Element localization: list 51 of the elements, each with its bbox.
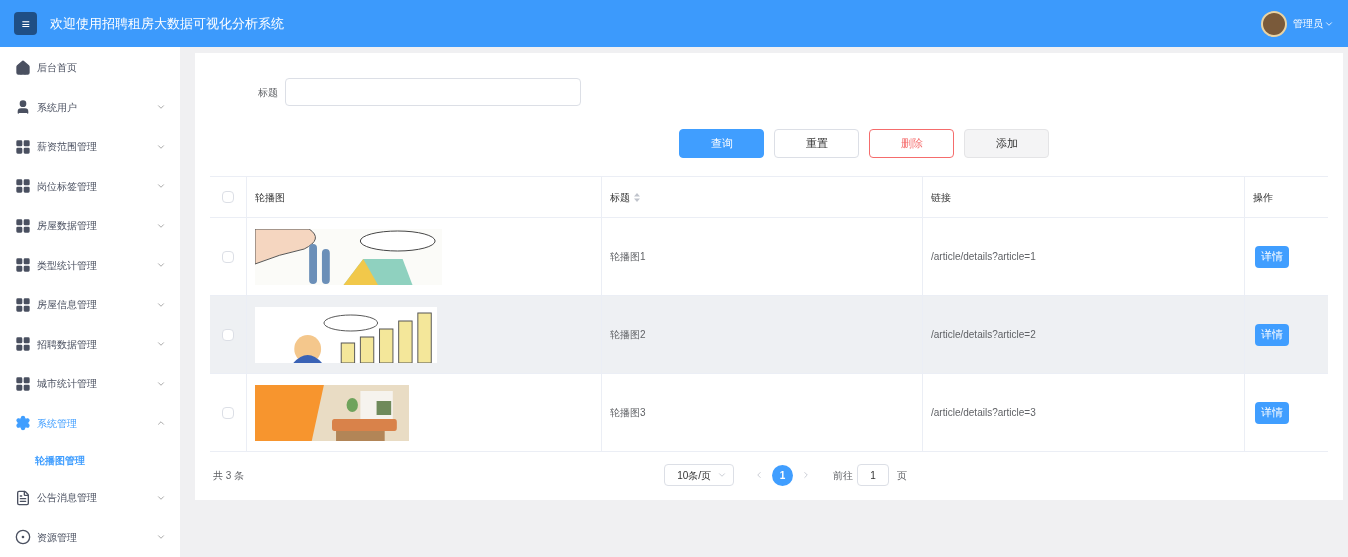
home-icon [15, 59, 31, 76]
total-count: 共 3 条 [213, 468, 245, 483]
sidebar-item[interactable]: 薪资范围管理 [0, 127, 180, 167]
sidebar-item[interactable]: 资源管理 [0, 517, 180, 557]
column-header[interactable]: 标题 [610, 189, 630, 205]
grid-icon [15, 375, 31, 392]
caret-icon [717, 470, 728, 480]
sidebar-item[interactable]: 城市统计管理 [0, 364, 180, 404]
sidebar-item[interactable]: 系统用户 [0, 87, 180, 127]
sidebar-item[interactable]: 房屋信息管理 [0, 285, 180, 325]
settings-icon [15, 415, 31, 432]
checkbox[interactable] [222, 328, 234, 341]
page-size-select[interactable]: 10条/页 [664, 464, 735, 486]
menu-button[interactable]: ≡ [14, 12, 37, 35]
circle-icon [15, 529, 31, 546]
sidebar-item[interactable]: 招聘数据管理 [0, 324, 180, 364]
grid-icon [15, 138, 31, 155]
grid-icon [15, 336, 31, 353]
table-cell-text: 轮播图2 [610, 328, 646, 342]
table-cell-text: /article/details?article=1 [931, 250, 1036, 264]
checkbox[interactable] [222, 250, 234, 263]
action-button[interactable]: 重置 [774, 129, 859, 158]
checkbox[interactable] [222, 406, 234, 419]
sort-icon[interactable] [634, 192, 640, 202]
app-title: 欢迎使用招聘租房大数据可视化分析系统 [50, 14, 284, 33]
title-input[interactable] [285, 78, 581, 106]
goto-label: 前往 [833, 468, 854, 483]
sidebar-item[interactable]: 公告消息管理 [0, 478, 180, 518]
column-header: 操作 [1253, 190, 1273, 205]
column-header: 链接 [931, 190, 951, 205]
avatar[interactable] [1261, 10, 1287, 37]
table-cell-text: /article/details?article=2 [931, 328, 1036, 342]
checkbox[interactable] [222, 191, 234, 203]
grid-icon [15, 217, 31, 234]
table-cell-text: /article/details?article=3 [931, 406, 1036, 420]
grid-icon [15, 257, 31, 274]
field-label: 标题 [258, 85, 278, 100]
grid-icon [15, 296, 31, 313]
goto-input[interactable]: 1 [857, 464, 890, 486]
sidebar-item[interactable]: 岗位标签管理 [0, 166, 180, 206]
sidebar-item[interactable]: 类型统计管理 [0, 245, 180, 285]
document-icon [15, 489, 31, 506]
grid-icon [15, 178, 31, 195]
table-cell-text: 轮播图3 [610, 406, 646, 420]
table-cell-text: 轮播图1 [610, 250, 646, 264]
column-header: 轮播图 [255, 190, 285, 205]
sidebar-item[interactable]: 后台首页 [0, 48, 180, 88]
user-icon [15, 99, 31, 116]
goto-suffix: 页 [897, 468, 908, 483]
action-button[interactable]: 添加 [964, 129, 1049, 158]
sidebar-item[interactable]: 房屋数据管理 [0, 206, 180, 246]
